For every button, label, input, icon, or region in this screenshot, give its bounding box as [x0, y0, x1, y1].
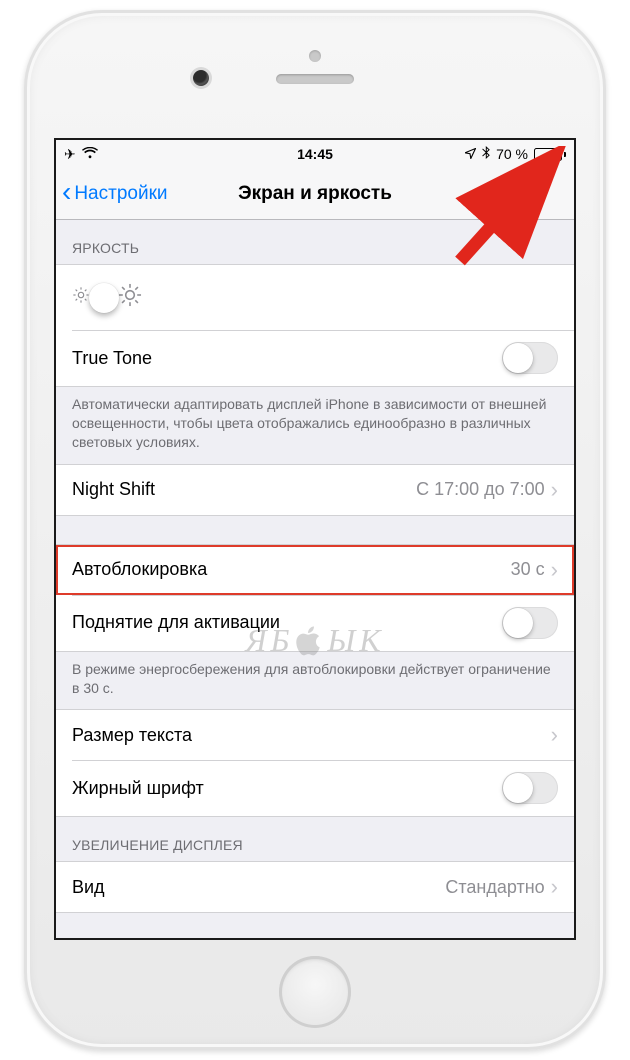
- chevron-right-icon: ›: [551, 724, 558, 746]
- back-button[interactable]: ‹ Настройки: [56, 180, 168, 208]
- night-shift-value: С 17:00 до 7:00: [416, 479, 545, 500]
- true-tone-switch[interactable]: [502, 342, 558, 374]
- back-label: Настройки: [74, 183, 167, 205]
- text-size-label: Размер текста: [72, 725, 192, 746]
- display-zoom-header: УВЕЛИЧЕНИЕ ДИСПЛЕЯ: [56, 817, 574, 861]
- bold-text-switch[interactable]: [502, 772, 558, 804]
- location-icon: [465, 146, 476, 162]
- true-tone-row[interactable]: True Tone: [56, 330, 574, 386]
- true-tone-label: True Tone: [72, 348, 152, 369]
- home-button[interactable]: [279, 956, 351, 1028]
- settings-content[interactable]: ЯРКОСТЬ: [56, 220, 574, 938]
- status-bar: ✈︎ 14:45 70 %: [56, 140, 574, 168]
- iphone-frame: ✈︎ 14:45 70 %: [24, 10, 606, 1050]
- brightness-section-header: ЯРКОСТЬ: [56, 220, 574, 264]
- screen: ✈︎ 14:45 70 %: [54, 138, 576, 940]
- chevron-right-icon: ›: [551, 479, 558, 501]
- autolock-value: 30 с: [511, 559, 545, 580]
- autolock-label: Автоблокировка: [72, 559, 207, 580]
- brightness-slider-row: [56, 265, 574, 330]
- view-label: Вид: [72, 877, 105, 898]
- autolock-footer: В режиме энергосбережения для автоблокир…: [56, 652, 574, 710]
- chevron-right-icon: ›: [551, 876, 558, 898]
- navigation-bar: ‹ Настройки Экран и яркость: [56, 168, 574, 220]
- true-tone-footer: Автоматически адаптировать дисплей iPhon…: [56, 387, 574, 464]
- night-shift-row[interactable]: Night Shift С 17:00 до 7:00 ›: [56, 465, 574, 515]
- raise-to-wake-switch[interactable]: [502, 607, 558, 639]
- view-row[interactable]: Вид Стандартно ›: [56, 862, 574, 912]
- page-title: Экран и яркость: [238, 183, 392, 205]
- chevron-right-icon: ›: [551, 559, 558, 581]
- proximity-sensor: [309, 50, 321, 62]
- bold-text-label: Жирный шрифт: [72, 778, 204, 799]
- raise-to-wake-label: Поднятие для активации: [72, 612, 280, 633]
- battery-icon: [534, 148, 566, 161]
- text-size-row[interactable]: Размер текста ›: [56, 710, 574, 760]
- battery-percent: 70 %: [496, 146, 528, 162]
- view-value: Стандартно: [445, 877, 544, 898]
- chevron-left-icon: ‹: [62, 178, 71, 206]
- sun-large-icon: [118, 283, 142, 312]
- autolock-row[interactable]: Автоблокировка 30 с ›: [56, 545, 574, 595]
- airplane-mode-icon: ✈︎: [64, 146, 76, 163]
- bold-text-row[interactable]: Жирный шрифт: [56, 760, 574, 816]
- earpiece-speaker: [276, 74, 354, 84]
- front-camera: [193, 70, 209, 86]
- sun-small-icon: [72, 286, 90, 309]
- status-time: 14:45: [297, 146, 333, 162]
- raise-to-wake-row[interactable]: Поднятие для активации: [56, 595, 574, 651]
- bluetooth-icon: [482, 146, 490, 162]
- wifi-icon: [82, 146, 98, 162]
- night-shift-label: Night Shift: [72, 479, 155, 500]
- slider-thumb[interactable]: [89, 283, 119, 313]
